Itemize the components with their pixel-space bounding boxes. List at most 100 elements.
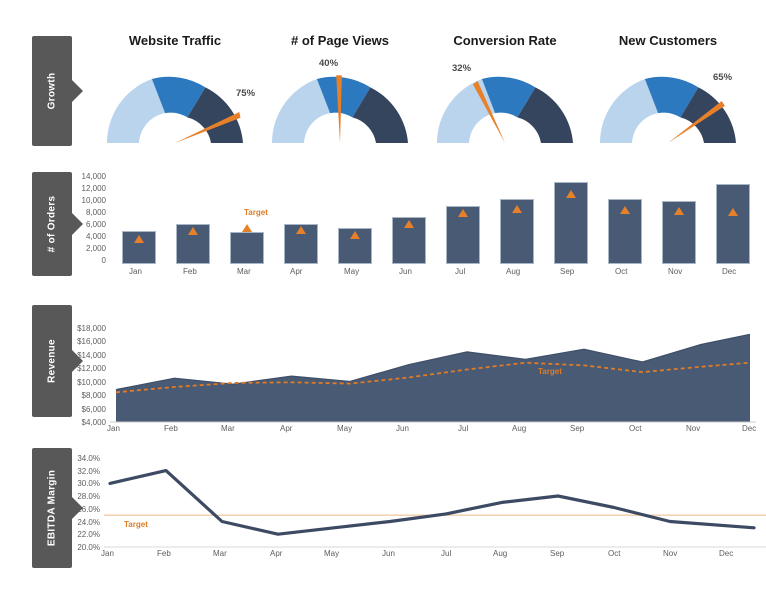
bar-xtick-feb: Feb bbox=[183, 267, 197, 276]
target-marker-dec bbox=[728, 208, 738, 216]
section-label-growth: Growth bbox=[32, 36, 83, 146]
bar-ytick: 12,000 bbox=[81, 184, 106, 193]
area-xtick-oct: Oct bbox=[629, 424, 642, 433]
ebitda-xtick-aug: Aug bbox=[493, 549, 508, 558]
gauge-new-customers bbox=[588, 55, 748, 147]
gauge-value-conversion-rate: 32% bbox=[452, 63, 472, 74]
target-marker-sep bbox=[566, 190, 576, 198]
ebitda-ytick: 34.0% bbox=[77, 454, 100, 463]
area-ytick: $12,000 bbox=[77, 364, 106, 374]
target-marker-feb bbox=[188, 227, 198, 235]
area-ytick: $14,000 bbox=[77, 350, 106, 360]
bar-mar[interactable] bbox=[230, 231, 264, 264]
ebitda-xtick-jan: Jan bbox=[101, 549, 114, 558]
area-chart-revenue: $18,000 $16,000 $14,000 $12,000 $10,000 … bbox=[0, 300, 766, 433]
ebitda-xtick-sep: Sep bbox=[550, 549, 565, 558]
gauge-website-traffic-svg bbox=[106, 76, 243, 143]
bar-xtick-aug: Aug bbox=[506, 267, 521, 276]
target-marker-aug bbox=[512, 205, 522, 213]
bar-xtick-nov: Nov bbox=[668, 267, 683, 276]
gauge-page-views bbox=[260, 55, 420, 147]
area-xtick-jul: Jul bbox=[458, 424, 469, 433]
target-marker-jun bbox=[404, 220, 414, 228]
target-marker-apr bbox=[296, 226, 306, 234]
bar-ytick: 14,000 bbox=[81, 172, 106, 181]
target-marker-nov bbox=[674, 207, 684, 215]
area-xtick-may: May bbox=[337, 424, 353, 433]
target-marker-jan bbox=[134, 235, 144, 243]
bar-xtick-oct: Oct bbox=[615, 267, 628, 276]
bar-ytick: 0 bbox=[101, 256, 106, 265]
ebitda-xtick-jul: Jul bbox=[441, 549, 452, 558]
gauge-page-views-svg bbox=[272, 75, 408, 143]
bar-xtick-sep: Sep bbox=[560, 267, 575, 276]
bar-ytick: 10,000 bbox=[81, 196, 106, 205]
ebitda-ytick: 24.0% bbox=[77, 517, 100, 527]
ebitda-xtick-apr: Apr bbox=[270, 549, 283, 558]
bar-ytick: 4,000 bbox=[85, 232, 106, 241]
ebitda-xtick-dec: Dec bbox=[719, 549, 734, 558]
gauge-website-traffic bbox=[95, 55, 255, 147]
ebitda-ytick: 26.0% bbox=[77, 504, 100, 514]
target-marker-mar bbox=[242, 224, 252, 232]
ebitda-xtick-nov: Nov bbox=[663, 549, 678, 558]
area-xtick-nov: Nov bbox=[686, 424, 701, 433]
gauge-value-website-traffic: 75% bbox=[236, 88, 256, 99]
area-ytick: $8,000 bbox=[81, 391, 106, 401]
area-xtick-jan: Jan bbox=[107, 424, 120, 433]
ebitda-ytick: 32.0% bbox=[77, 466, 100, 476]
gauge-title-website-traffic: Website Traffic bbox=[128, 33, 222, 48]
bar-xtick-mar: Mar bbox=[237, 267, 251, 276]
bar-chart-orders: 14,000 12,000 10,000 8,000 6,000 4,000 2… bbox=[0, 168, 766, 280]
area-ytick: $10,000 bbox=[77, 377, 106, 387]
ebitda-xtick-mar: Mar bbox=[213, 549, 227, 558]
gauge-value-new-customers: 65% bbox=[713, 72, 733, 83]
ebitda-xtick-jun: Jun bbox=[382, 549, 395, 558]
ebitda-margin-line bbox=[108, 469, 756, 536]
gauge-value-page-views: 40% bbox=[319, 58, 339, 69]
gauge-new-customers-svg bbox=[600, 76, 736, 143]
section-pointer-icon bbox=[72, 80, 83, 102]
ebitda-ytick: 30.0% bbox=[77, 479, 100, 489]
area-ytick: $4,000 bbox=[81, 418, 106, 427]
bar-target-annotation: Target bbox=[244, 208, 268, 217]
bar-xtick-jul: Jul bbox=[455, 267, 466, 276]
area-xtick-apr: Apr bbox=[280, 424, 293, 433]
gauge-title-new-customers: New Customers bbox=[618, 33, 718, 48]
area-xtick-feb: Feb bbox=[164, 424, 178, 433]
ebitda-xtick-oct: Oct bbox=[608, 549, 621, 558]
area-xtick-dec: Dec bbox=[742, 424, 757, 433]
bar-xtick-apr: Apr bbox=[290, 267, 303, 276]
area-target-annotation: Target bbox=[538, 367, 562, 376]
ebitda-xtick-may: May bbox=[324, 549, 340, 558]
line-chart-ebitda: 34.0% 32.0% 30.0% 28.0% 26.0% 24.0% 22.0… bbox=[0, 445, 766, 575]
kpi-dashboard: Growth Website Traffic 75% # of Page Vie… bbox=[0, 0, 766, 589]
ebitda-target-annotation: Target bbox=[124, 520, 148, 529]
area-ytick: $16,000 bbox=[77, 337, 106, 347]
revenue-area-fill bbox=[116, 334, 750, 422]
line-chart-ebitda-svg bbox=[104, 469, 766, 548]
ebitda-xtick-feb: Feb bbox=[157, 549, 171, 558]
ebitda-ytick: 22.0% bbox=[77, 530, 100, 540]
bar-xtick-jun: Jun bbox=[399, 267, 412, 276]
bar-xtick-dec: Dec bbox=[722, 267, 737, 276]
ebitda-ytick: 28.0% bbox=[77, 492, 100, 502]
bar-ytick: 8,000 bbox=[85, 208, 106, 217]
area-xtick-jun: Jun bbox=[396, 424, 409, 433]
ebitda-ytick: 20.0% bbox=[77, 543, 100, 552]
section-label-growth-text: Growth bbox=[46, 72, 58, 110]
area-chart-revenue-svg bbox=[110, 333, 756, 423]
gauge-title-page-views: # of Page Views bbox=[290, 33, 390, 48]
bar-ytick: 2,000 bbox=[85, 244, 106, 253]
area-xtick-sep: Sep bbox=[570, 424, 585, 433]
area-xtick-aug: Aug bbox=[512, 424, 527, 433]
area-ytick: $6,000 bbox=[81, 404, 106, 414]
bar-xtick-jan: Jan bbox=[129, 267, 142, 276]
bar-xtick-may: May bbox=[344, 267, 360, 276]
bar-ytick: 6,000 bbox=[85, 220, 106, 229]
gauge-conversion-rate-svg bbox=[437, 76, 573, 143]
area-ytick: $18,000 bbox=[77, 324, 106, 333]
target-marker-jul bbox=[458, 209, 468, 217]
bar-dec[interactable] bbox=[716, 184, 750, 264]
gauge-title-conversion-rate: Conversion Rate bbox=[453, 33, 557, 48]
